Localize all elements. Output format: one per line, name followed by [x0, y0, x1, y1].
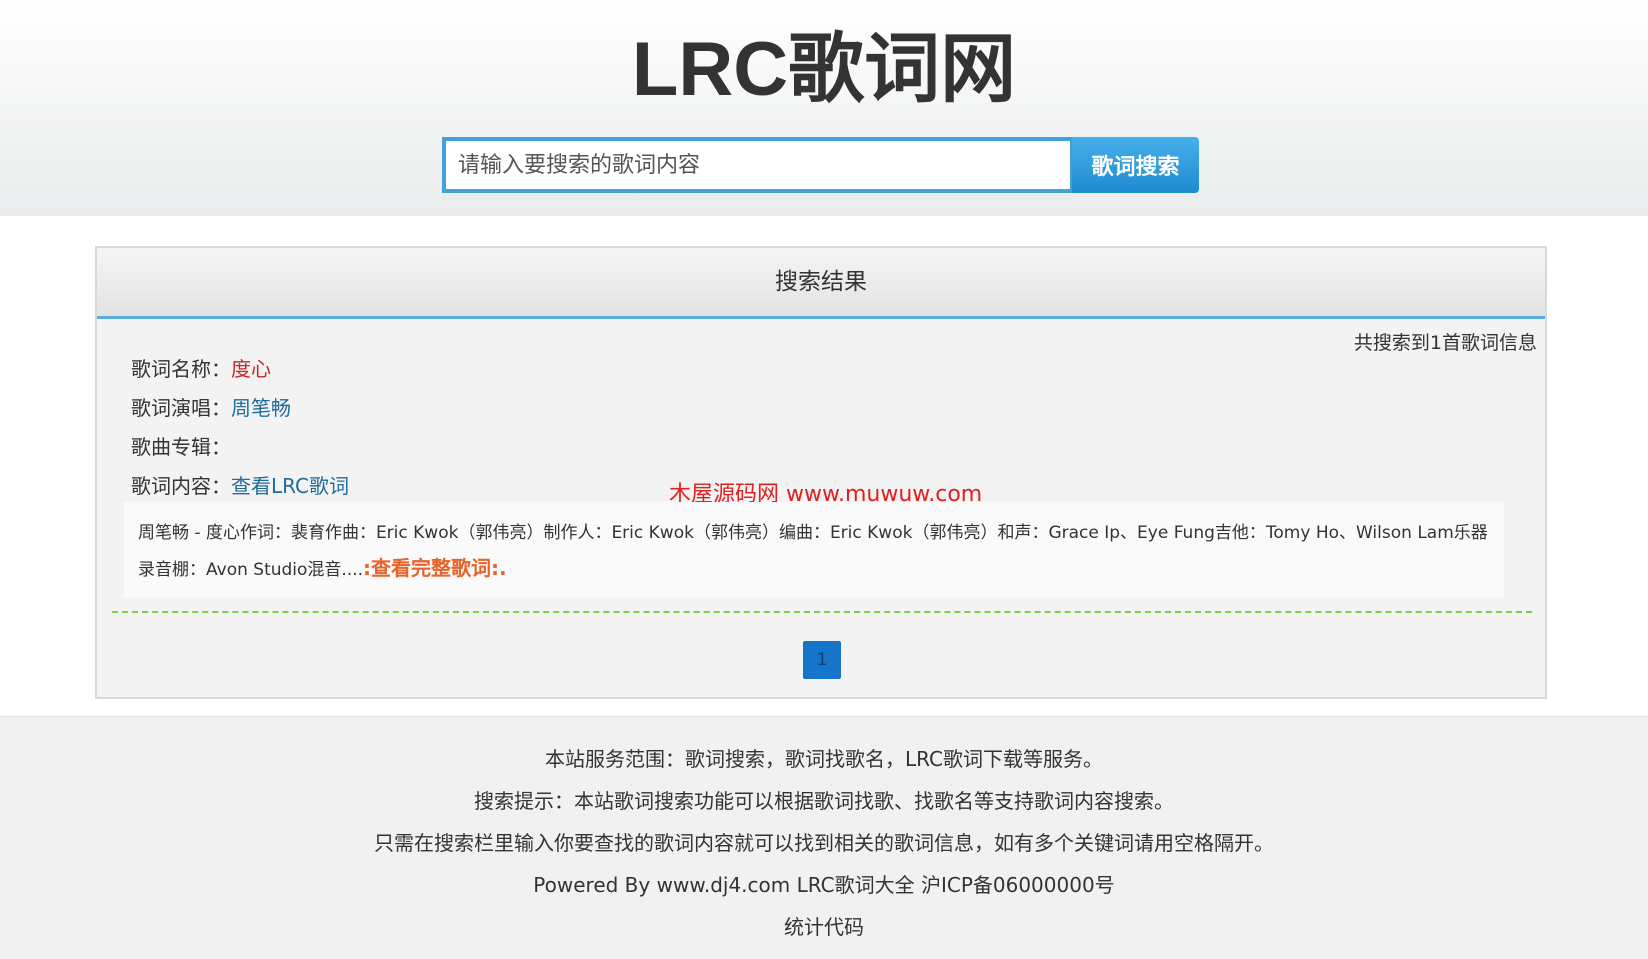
album-label: 歌曲专辑：	[131, 435, 231, 459]
full-lyrics-link[interactable]: :查看完整歌词:.	[363, 556, 507, 580]
page-button-1[interactable]: 1	[803, 641, 841, 679]
header: LRC歌词网 歌词搜索	[0, 0, 1648, 216]
album-row: 歌曲专辑：	[131, 431, 231, 460]
singer-row: 歌词演唱：周笔畅	[131, 392, 291, 421]
song-name: 度心	[231, 357, 271, 381]
content-label: 歌词内容：	[131, 474, 231, 498]
footer-search-tip: 搜索提示：本站歌词搜索功能可以根据歌词找歌、找歌名等支持歌词内容搜索。	[474, 789, 1174, 813]
content-row: 歌词内容：查看LRC歌词	[131, 470, 349, 499]
song-name-row: 歌词名称：度心	[131, 353, 271, 382]
panel-title: 搜索结果	[97, 248, 1545, 319]
lyrics-snippet: 周笔畅 - 度心作词：裴育作曲：Eric Kwok（郭伟亮）制作人：Eric K…	[124, 502, 1504, 598]
footer-powered-by[interactable]: Powered By www.dj4.com LRC歌词大全 沪ICP备0600…	[0, 869, 1648, 898]
footer-stats-code: 统计代码	[784, 915, 864, 939]
footer-service-scope: 本站服务范围：歌词搜索，歌词找歌名，LRC歌词下载等服务。	[544, 747, 1103, 771]
snippet-text: 周笔畅 - 度心作词：裴育作曲：Eric Kwok（郭伟亮）制作人：Eric K…	[138, 523, 1488, 580]
view-lrc-link[interactable]: 查看LRC歌词	[231, 474, 349, 498]
search-bar: 歌词搜索	[442, 137, 1199, 193]
search-button[interactable]: 歌词搜索	[1072, 137, 1199, 193]
separator	[112, 611, 1532, 613]
footer: 本站服务范围：歌词搜索，歌词找歌名，LRC歌词下载等服务。 搜索提示：本站歌词搜…	[0, 716, 1648, 959]
song-name-label: 歌词名称：	[131, 357, 231, 381]
site-title[interactable]: LRC歌词网	[0, 22, 1648, 118]
footer-instruction: 只需在搜索栏里输入你要查找的歌词内容就可以找到相关的歌词信息，如有多个关键词请用…	[374, 831, 1274, 855]
search-input[interactable]	[442, 137, 1074, 193]
singer-link[interactable]: 周笔畅	[231, 396, 291, 420]
result-panel: 搜索结果 共搜索到1首歌词信息 歌词名称：度心 歌词演唱：周笔畅 歌曲专辑： 歌…	[95, 246, 1547, 699]
singer-label: 歌词演唱：	[131, 396, 231, 420]
result-count: 共搜索到1首歌词信息	[1353, 332, 1537, 354]
